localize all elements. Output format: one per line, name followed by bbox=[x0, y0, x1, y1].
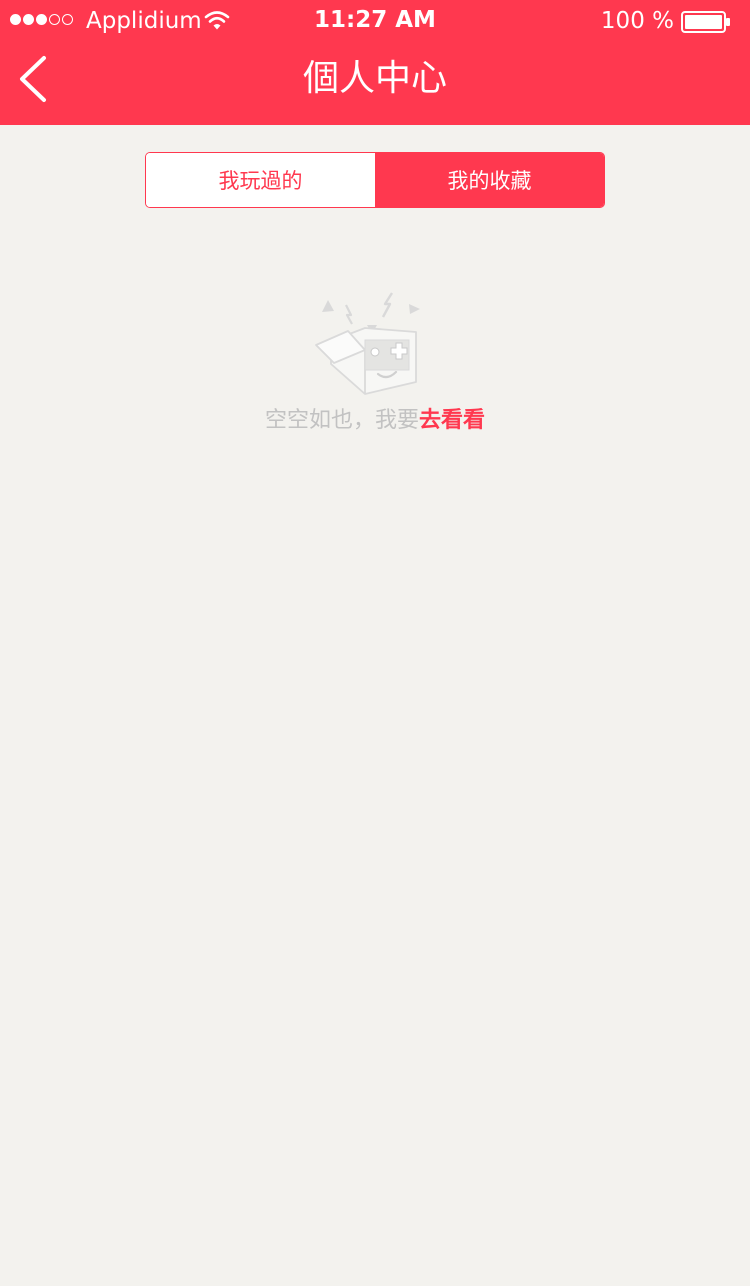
empty-state-text: 空空如也，我要 bbox=[264, 408, 419, 433]
battery-percent: 100 % bbox=[600, 8, 674, 34]
tab-played[interactable]: 我玩過的 bbox=[146, 153, 375, 207]
status-bar: Applidium 11:27 AM 100 % bbox=[0, 0, 750, 40]
empty-state-message: 空空如也，我要去看看 bbox=[0, 405, 750, 437]
app-header: Applidium 11:27 AM 100 % 個人中心 bbox=[0, 0, 750, 125]
page-title: 個人中心 bbox=[302, 58, 447, 99]
segmented-control: 我玩過的 我的收藏 bbox=[145, 152, 605, 208]
empty-box-icon bbox=[315, 292, 420, 395]
battery-icon bbox=[681, 11, 730, 33]
browse-link[interactable]: 去看看 bbox=[419, 408, 485, 433]
tab-favorites[interactable]: 我的收藏 bbox=[375, 153, 604, 207]
